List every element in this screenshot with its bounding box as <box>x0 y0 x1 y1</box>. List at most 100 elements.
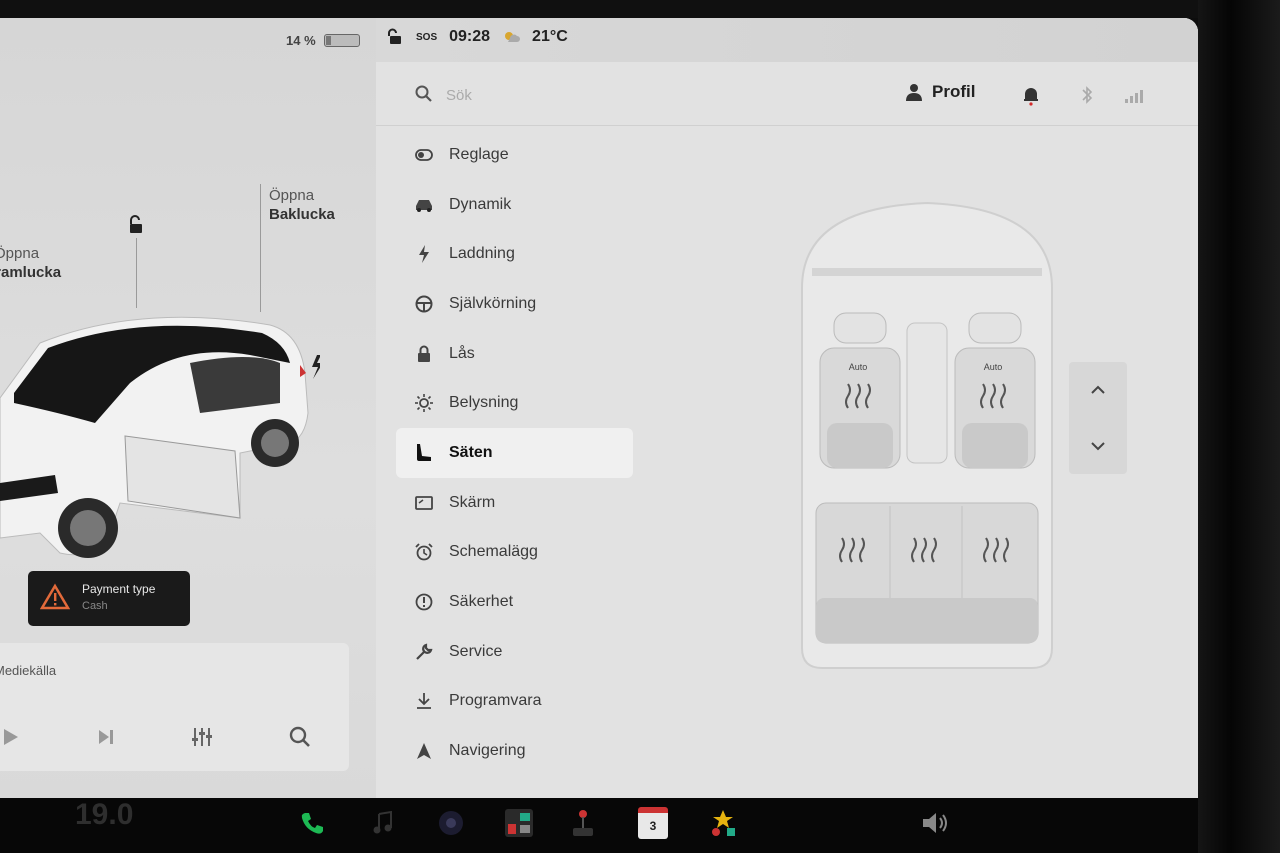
bluetooth-icon[interactable] <box>1076 84 1098 106</box>
signal-strength-icon <box>1125 90 1143 103</box>
car-icon <box>414 195 434 215</box>
seat-icon <box>414 443 434 463</box>
leader-line <box>136 238 137 308</box>
battery-percent: 14 % <box>286 33 316 48</box>
bolt-icon <box>414 244 434 264</box>
music-note-icon[interactable] <box>366 806 400 840</box>
menu-item-label: Navigering <box>449 742 526 760</box>
open-trunk-label-2: Baklucka <box>269 206 335 223</box>
weather-icon <box>505 32 521 42</box>
menu-item-label: Schemalägg <box>449 543 538 561</box>
search-icon[interactable] <box>414 84 434 104</box>
play-icon[interactable] <box>0 723 26 751</box>
outside-temperature: 21°C <box>532 28 568 45</box>
wrench-icon <box>414 642 434 662</box>
next-track-icon[interactable] <box>92 723 120 751</box>
scroll-up-button[interactable] <box>1069 362 1127 418</box>
menu-item-label: Laddning <box>449 245 515 263</box>
status-right: SOS 09:28 21°C <box>386 28 568 46</box>
touchscreen: 14 % Öppna Framlucka Öppna Baklucka <box>0 18 1198 798</box>
unlocked-icon[interactable] <box>126 215 146 235</box>
menu-item-label: Programvara <box>449 692 542 710</box>
steering-wheel-icon <box>414 294 434 314</box>
profile-button[interactable]: Profil <box>906 82 975 102</box>
media-player: Mediekälla <box>0 643 349 771</box>
menu-item-saten[interactable]: Säten <box>396 428 633 478</box>
menu-item-label: Reglage <box>449 145 509 163</box>
payment-subtitle: Cash <box>82 600 108 612</box>
open-frunk-label-1: Öppna <box>0 245 40 262</box>
settings-pane: SOS 09:28 21°C Profil Reglage <box>376 18 1198 798</box>
search-icon[interactable] <box>286 723 314 751</box>
menu-item-skarm[interactable]: Skärm <box>396 478 636 528</box>
menu-item-label: Säten <box>449 443 493 461</box>
arcade-joystick-icon[interactable] <box>566 806 600 840</box>
chevron-down-icon <box>1091 442 1105 451</box>
volume-icon[interactable] <box>918 806 952 840</box>
dashcam-icon[interactable] <box>502 806 536 840</box>
info-circle-icon <box>414 592 434 612</box>
settings-search-input[interactable] <box>446 84 646 106</box>
media-source-label[interactable]: Mediekälla <box>0 663 56 678</box>
search-bar: Profil <box>376 62 1198 126</box>
battery-icon <box>323 34 360 47</box>
front-left-auto-label: Auto <box>849 362 868 372</box>
warning-icon <box>40 583 70 610</box>
camera-icon[interactable] <box>434 806 468 840</box>
settings-menu: Reglage Dynamik Laddning Självkörning Lå… <box>396 130 636 776</box>
display-icon <box>414 493 434 513</box>
center-console <box>906 322 948 464</box>
menu-item-dynamik[interactable]: Dynamik <box>396 180 636 230</box>
menu-item-service[interactable]: Service <box>396 627 636 677</box>
lock-status-icon[interactable] <box>386 28 404 46</box>
screen-bezel-top <box>0 0 1280 18</box>
light-icon <box>414 393 434 413</box>
car-status-pane: 14 % Öppna Framlucka Öppna Baklucka <box>0 18 376 798</box>
calendar-day: 3 <box>638 807 668 839</box>
menu-item-label: Belysning <box>449 394 519 412</box>
status-bar: SOS 09:28 21°C <box>376 18 1198 62</box>
menu-item-las[interactable]: Lås <box>396 329 636 379</box>
download-icon <box>414 691 434 711</box>
scroll-down-button[interactable] <box>1069 418 1127 474</box>
leader-line <box>260 184 261 312</box>
open-trunk-label-1: Öppna <box>269 187 315 204</box>
lock-icon <box>414 344 434 364</box>
taskbar: 19.0 3 <box>0 798 1198 853</box>
seat-scroll-control <box>1069 362 1127 474</box>
menu-item-label: Dynamik <box>449 195 512 213</box>
seat-heater-diagram: Auto Auto <box>801 201 1053 669</box>
menu-item-programvara[interactable]: Programvara <box>396 677 636 727</box>
open-frunk-label-2: Framlucka <box>0 264 62 281</box>
toybox-icon[interactable] <box>706 806 740 840</box>
clock: 09:28 <box>449 28 491 45</box>
battery-status: 14 % <box>286 33 360 48</box>
notification-bell-icon[interactable] <box>1020 84 1042 106</box>
menu-item-label: Service <box>449 642 503 660</box>
front-right-auto-label: Auto <box>984 362 1003 372</box>
sos-button[interactable]: SOS <box>416 32 437 43</box>
chevron-up-icon <box>1091 385 1105 394</box>
equalizer-icon[interactable] <box>188 723 216 751</box>
car-model-image <box>0 316 320 558</box>
open-frunk-button[interactable]: Öppna Framlucka <box>0 244 61 282</box>
toggle-icon <box>414 145 434 165</box>
menu-item-label: Skärm <box>449 493 496 511</box>
menu-item-laddning[interactable]: Laddning <box>396 229 636 279</box>
menu-item-belysning[interactable]: Belysning <box>396 378 636 428</box>
menu-item-reglage[interactable]: Reglage <box>396 130 636 180</box>
alarm-clock-icon <box>414 542 434 562</box>
menu-item-label: Lås <box>449 344 475 362</box>
calendar-icon[interactable]: 3 <box>636 806 670 840</box>
payment-title: Payment type <box>82 582 156 596</box>
cabin-temperature[interactable]: 19.0 <box>75 798 133 832</box>
phone-icon[interactable] <box>295 806 329 840</box>
menu-item-schemalagg[interactable]: Schemalägg <box>396 528 636 578</box>
menu-item-sakerhet[interactable]: Säkerhet <box>396 577 636 627</box>
menu-item-sjalvkorning[interactable]: Självkörning <box>396 279 636 329</box>
menu-item-label: Självkörning <box>449 294 537 312</box>
menu-item-navigering[interactable]: Navigering <box>396 726 636 776</box>
open-trunk-button[interactable]: Öppna Baklucka <box>269 186 335 224</box>
payment-type-alert[interactable]: Payment type Cash <box>28 571 190 626</box>
person-icon <box>906 84 922 101</box>
